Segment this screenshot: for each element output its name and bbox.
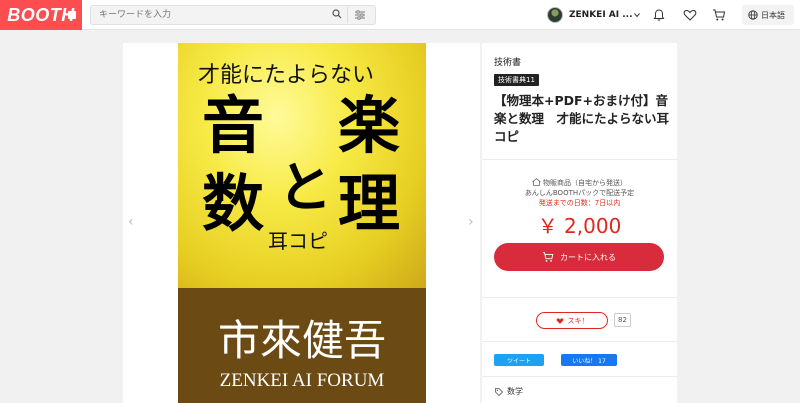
- divider: [482, 341, 677, 342]
- price: ￥ 2,000: [537, 214, 622, 238]
- tag-label: 数学: [507, 387, 523, 396]
- tag-icon: [495, 387, 503, 396]
- bell-icon[interactable]: [652, 8, 666, 22]
- event-badge[interactable]: 技術書典11: [494, 74, 539, 86]
- avatar: [547, 7, 563, 23]
- cart-icon[interactable]: [712, 8, 726, 22]
- cover-publisher: ZENKEI AI FORUM: [219, 370, 385, 391]
- search-divider: [347, 7, 348, 23]
- add-to-cart-button[interactable]: カートに入れる: [494, 243, 664, 271]
- globe-icon: [748, 10, 758, 20]
- prev-image-arrow[interactable]: ‹: [128, 214, 134, 230]
- language-selector[interactable]: 日本語: [742, 5, 794, 25]
- tag-link[interactable]: 数学: [495, 386, 523, 397]
- divider: [482, 159, 677, 160]
- user-name: ZENKEI AI ...: [569, 10, 633, 20]
- product-title: 【物理本+PDF+おまけ付】音楽と数理 才能にたよらない耳コピ: [494, 93, 670, 144]
- facebook-like-button[interactable]: いいね！ 17: [561, 354, 617, 366]
- search-icon[interactable]: [332, 9, 342, 19]
- logo-text: BOOTH: [7, 4, 75, 25]
- home-icon: [532, 178, 541, 186]
- heart-icon: [556, 317, 563, 324]
- category-link[interactable]: 技術書: [494, 55, 521, 68]
- shipping-info: 物販商品（自宅から発送） あんしんBOOTHパックで配送予定 発送までの日数：7…: [482, 178, 677, 208]
- cover-char-raku: 楽: [338, 89, 401, 162]
- language-label: 日本語: [761, 10, 785, 20]
- tweet-label: ツイート: [506, 357, 531, 365]
- user-menu[interactable]: ZENKEI AI ...: [547, 7, 633, 23]
- add-to-cart-label: カートに入れる: [560, 252, 616, 262]
- like-label: スキ！: [567, 316, 589, 325]
- shipping-method: あんしんBOOTHパックで配送予定: [524, 189, 635, 197]
- like-count: 82: [614, 313, 631, 327]
- shipping-days: 発送までの日数：7日以内: [538, 199, 621, 207]
- cover-author: 市來健吾: [217, 316, 386, 365]
- header: BOOTH ZENKEI AI ...: [0, 0, 800, 30]
- like-button[interactable]: スキ！: [536, 312, 608, 329]
- tweet-button[interactable]: ツイート: [494, 354, 544, 366]
- chevron-down-icon[interactable]: [634, 12, 640, 18]
- cover-char-on: 音: [202, 89, 265, 162]
- filter-icon[interactable]: [354, 9, 366, 21]
- cover-subtitle: 才能にたよらない: [198, 63, 375, 88]
- bag-icon: [68, 11, 76, 19]
- shipping-type: 物販商品（自宅から発送）: [543, 179, 627, 187]
- cover-char-suu: 数: [202, 167, 265, 240]
- divider: [482, 297, 677, 298]
- cover-char-ri: 理: [338, 167, 401, 240]
- cart-icon: [542, 252, 554, 262]
- cover-char-to: と: [278, 156, 332, 219]
- next-image-arrow[interactable]: ›: [468, 214, 474, 230]
- divider: [482, 376, 677, 377]
- product-cover-image[interactable]: 才能にたよらない 音 楽 と 数 理 耳コピ 市來健吾 ZENKEI AI FO…: [178, 43, 426, 403]
- facebook-like-label: いいね！ 17: [572, 357, 606, 365]
- booth-logo[interactable]: BOOTH: [0, 0, 82, 30]
- heart-icon[interactable]: [683, 8, 697, 22]
- search-input[interactable]: [99, 8, 329, 22]
- cover-ear-copy: 耳コピ: [268, 229, 328, 253]
